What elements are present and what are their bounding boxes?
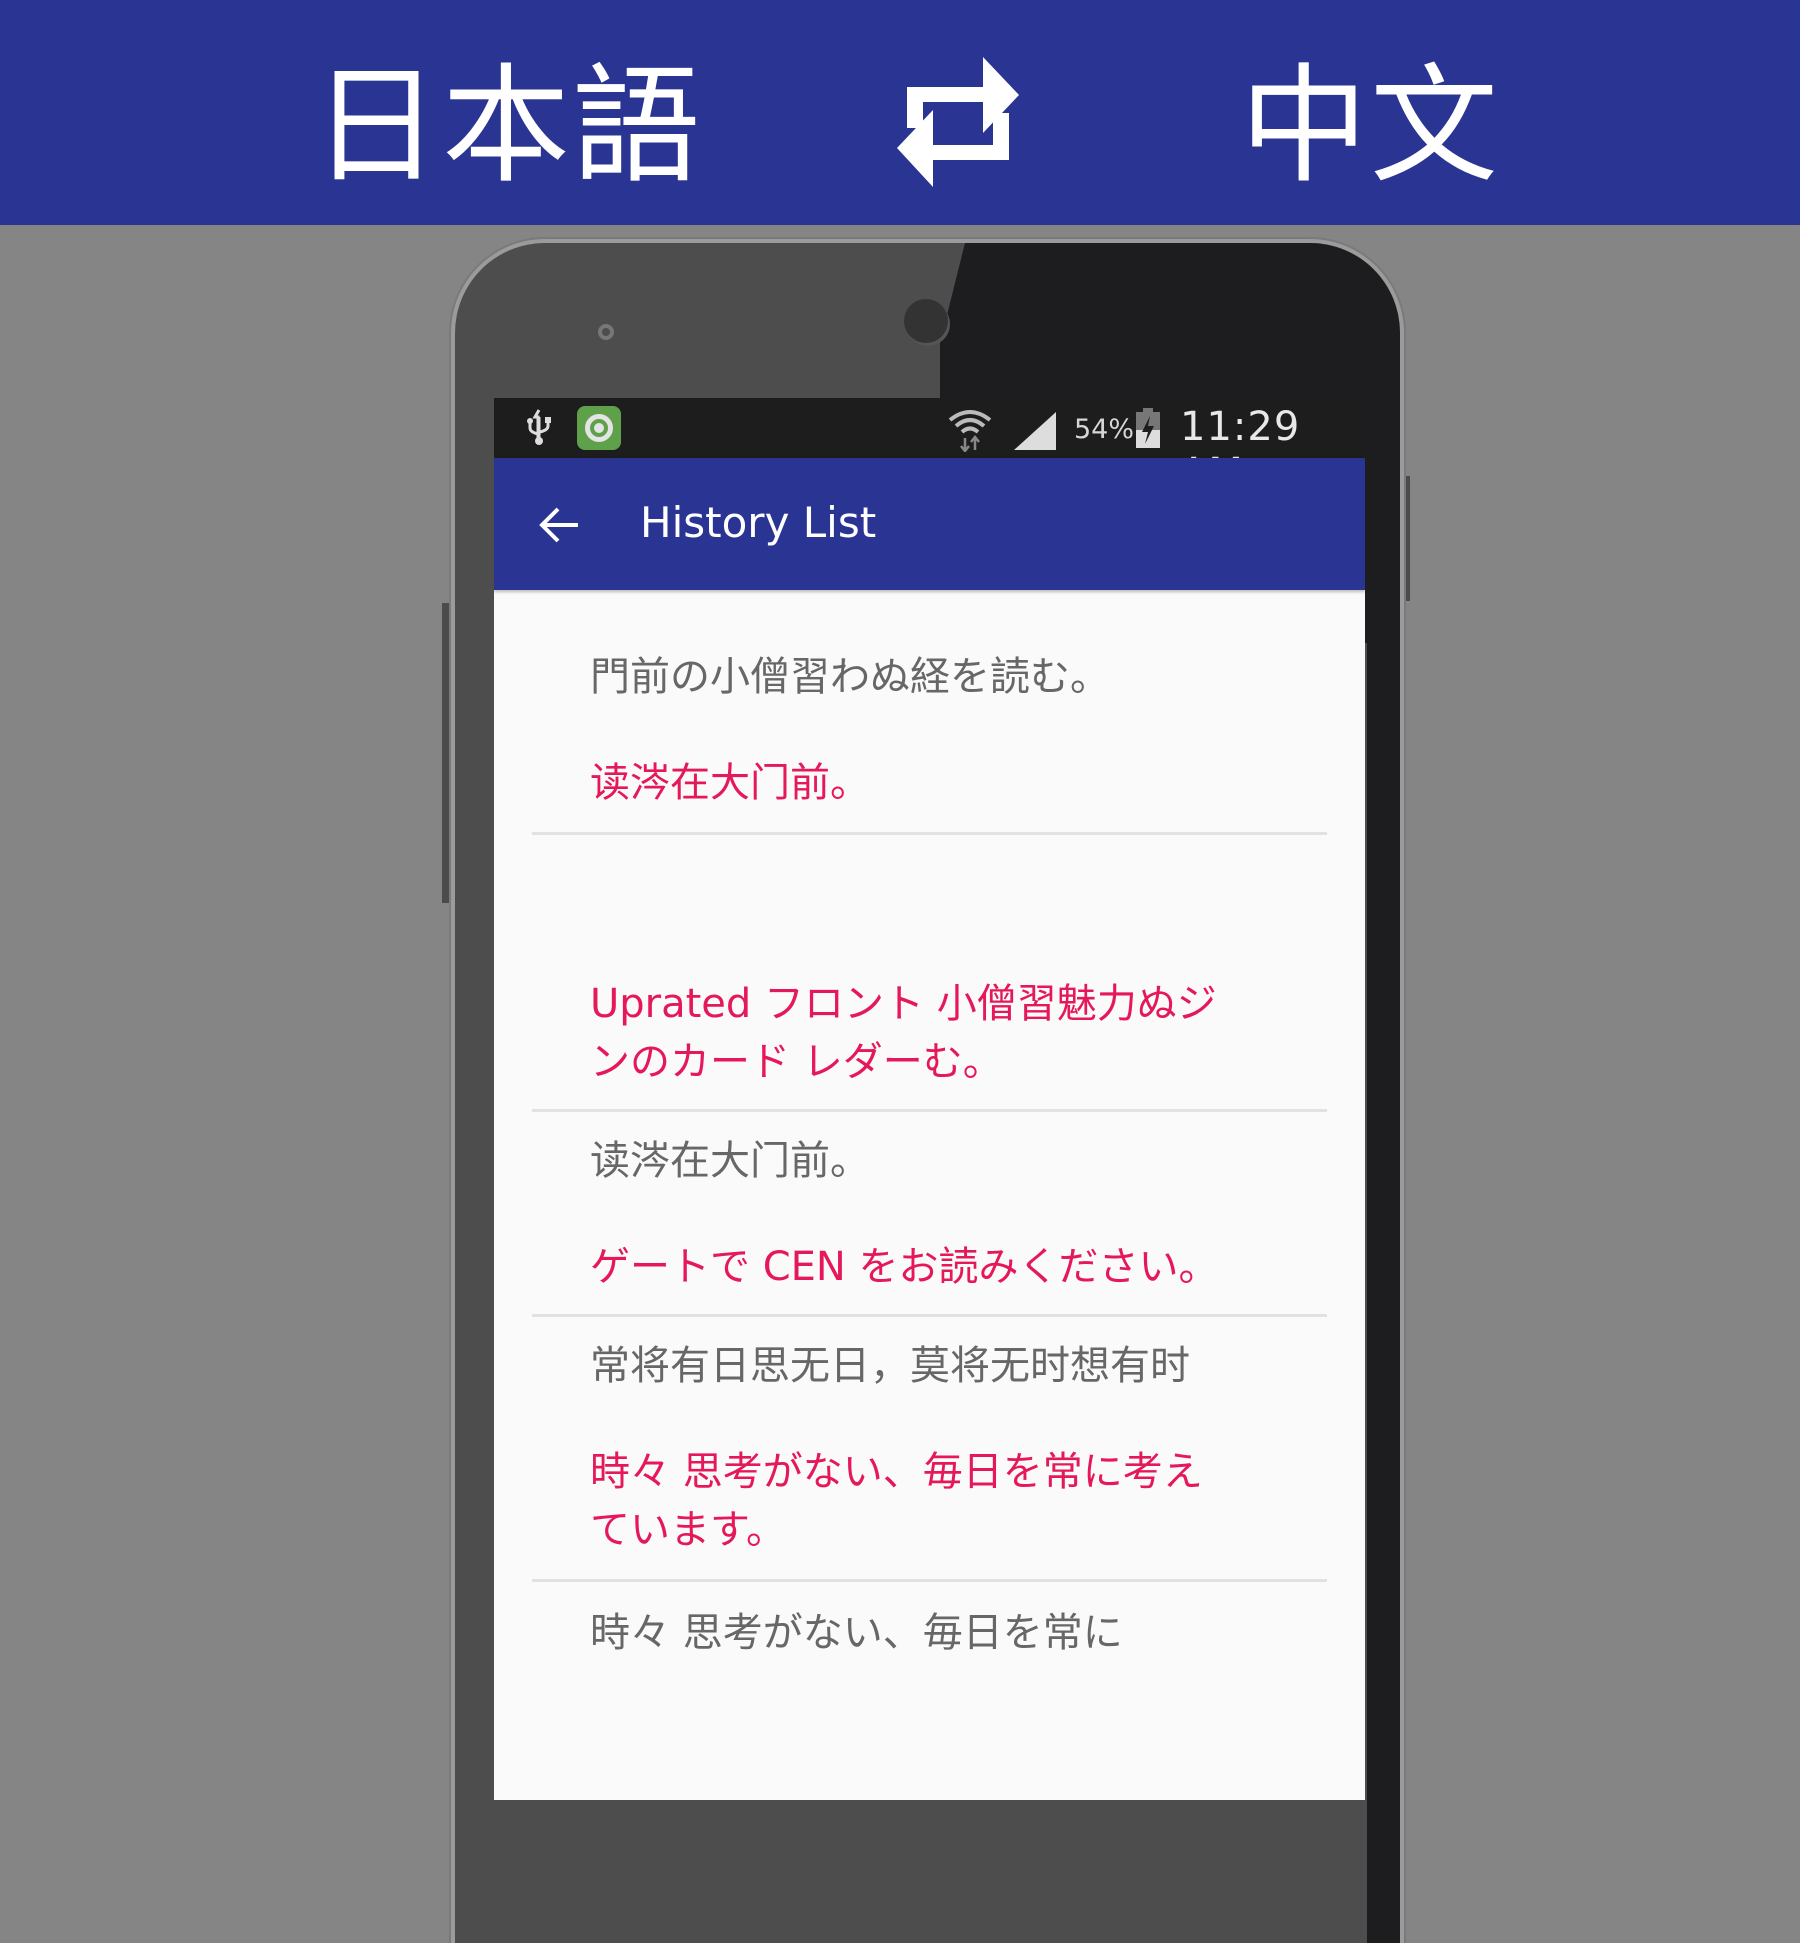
history-translation-text: 時々 思考がない、毎日を常に考えています。 [590,1449,1203,1553]
history-source-text: 時々 思考がない、毎日を常に [590,1610,1123,1656]
phone-power-button [1402,476,1410,601]
history-item[interactable]: 常将有日思无日，莫将无时想有时 時々 思考がない、毎日を常に考えています。 [532,1317,1327,1582]
history-item[interactable]: Uprated フロント 小僧習魅力ぬジンのカード レダーむ。 [532,835,1327,1112]
swap-arrows-icon[interactable] [893,47,1023,195]
battery-percent: 54% [1074,414,1135,445]
front-camera [904,299,948,343]
history-item[interactable]: 時々 思考がない、毎日を常に [532,1582,1327,1662]
phone-volume-button [442,603,454,903]
history-source-text: 門前の小僧習わぬ経を読む。 [590,654,1110,700]
history-source-text: 常将有日思无日，莫将无时想有时 [590,1343,1190,1389]
language-banner: 日本語 中文 [0,0,1800,225]
battery-charging-icon [1136,408,1160,448]
target-language-label[interactable]: 中文 [1240,52,1500,202]
status-bar: 54% 11:29 AM [494,398,1365,496]
proximity-sensor [598,324,614,340]
app-notification-icon [577,406,621,450]
phone-screen: 54% 11:29 AM History List 門前の小僧習わぬ経を読む。 … [494,398,1365,1800]
history-source-text: 读涔在大门前。 [590,1138,870,1184]
history-list[interactable]: 門前の小僧習わぬ経を読む。 读涔在大门前。 Uprated フロント 小僧習魅力… [494,590,1365,1662]
usb-icon [527,409,551,445]
history-translation-text: ゲートで CEN をお読みください。 [590,1244,1219,1290]
arrow-back-icon[interactable] [538,504,580,546]
source-language-label[interactable]: 日本語 [312,52,702,202]
history-item[interactable]: 读涔在大门前。 ゲートで CEN をお読みください。 [532,1112,1327,1317]
history-item[interactable]: 門前の小僧習わぬ経を読む。 读涔在大门前。 [532,590,1327,835]
page-title: History List [640,498,877,547]
history-translation-text: Uprated フロント 小僧習魅力ぬジンのカード レダーむ。 [590,981,1217,1085]
history-translation-text: 读涔在大门前。 [590,760,870,806]
app-toolbar: History List [494,458,1365,590]
wifi-icon [948,410,992,452]
signal-icon [1014,412,1056,450]
